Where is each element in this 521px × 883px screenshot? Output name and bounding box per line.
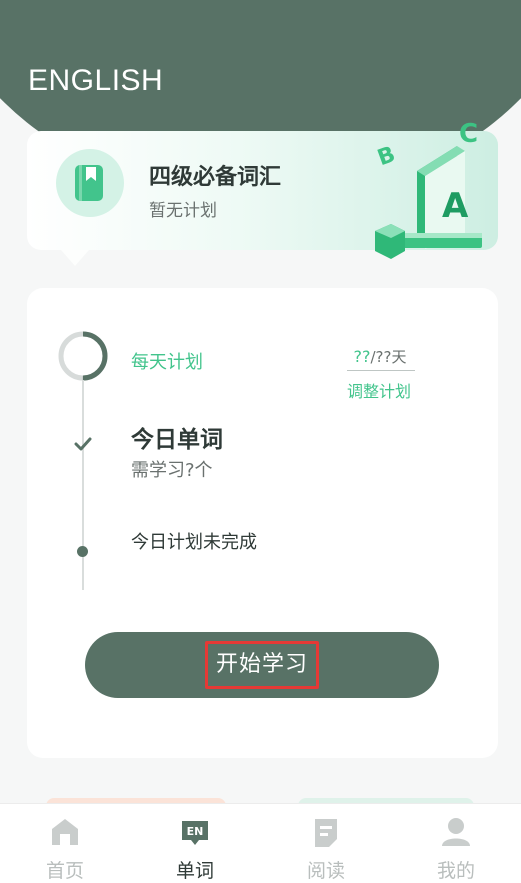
card-pointer	[61, 250, 89, 266]
daily-plan-label: 每天计划	[131, 352, 203, 373]
book-title: 四级必备词汇	[149, 165, 282, 190]
app-title: ENGLISH	[28, 64, 164, 97]
tab-home[interactable]: 首页	[0, 804, 130, 883]
vocab-book-card[interactable]: 四级必备词汇 暂无计划 A B C	[27, 121, 498, 266]
adjust-plan-link[interactable]: 调整计划	[347, 378, 411, 402]
tab-label: 首页	[45, 860, 84, 882]
book-icon	[56, 149, 124, 217]
plan-ratio-days: /??天	[370, 348, 407, 366]
letter-c-icon: C	[459, 121, 478, 149]
plan-ratio-number: ??	[353, 347, 371, 366]
timeline-dot	[77, 546, 88, 557]
daily-progress-ring	[58, 331, 108, 381]
profile-icon	[442, 818, 470, 846]
tab-profile[interactable]: 我的	[391, 804, 521, 883]
words-to-learn-count: 需学习?个	[131, 460, 213, 481]
today-words-heading: 今日单词	[131, 427, 223, 453]
letter-a-icon: A	[442, 186, 469, 226]
start-learning-button[interactable]: 开始学习	[85, 632, 439, 698]
tab-reading[interactable]: 阅读	[261, 804, 391, 883]
letters-books-illustration: A B C	[374, 121, 482, 259]
check-icon	[74, 437, 92, 451]
timeline-line	[82, 380, 84, 590]
divider	[347, 370, 415, 371]
book-plan-status: 暂无计划	[149, 201, 217, 221]
en-icon: EN	[182, 821, 208, 845]
home-icon	[52, 819, 78, 845]
tab-label: 单词	[175, 860, 214, 882]
start-learning-label[interactable]: 开始学习	[205, 641, 319, 689]
tab-words[interactable]: EN 单词	[130, 804, 260, 883]
study-plan-card: 每天计划 ??/??天 调整计划 今日单词 需学习?个 今日计划未完成 开始学习	[27, 288, 498, 758]
plan-status-text: 今日计划未完成	[131, 532, 257, 553]
tab-label: 我的	[436, 860, 475, 882]
plan-ratio: ??/??天	[345, 346, 415, 367]
en-badge: EN	[187, 825, 204, 838]
bottom-tab-bar: 首页 EN 单词 阅读 我的	[0, 803, 521, 883]
reading-icon	[315, 819, 337, 847]
tab-label: 阅读	[306, 860, 345, 882]
letter-b-icon: B	[374, 142, 398, 171]
